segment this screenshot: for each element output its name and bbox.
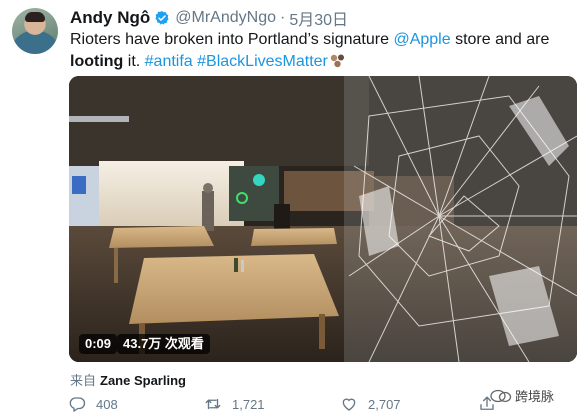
tweet-date[interactable]: 5月30日 (289, 6, 348, 30)
like-icon (342, 398, 356, 411)
text-part: store and are (450, 31, 550, 48)
media-attribution: 来自 Zane Sparling (70, 370, 186, 389)
like-count: 2,707 (368, 396, 401, 412)
attribution-name[interactable]: Zane Sparling (100, 373, 186, 388)
verified-badge-icon (155, 11, 169, 25)
separator-dot: · (280, 9, 286, 26)
text-part: Rioters have broken into Portland’s sign… (70, 31, 394, 48)
text-bold: looting (70, 53, 124, 70)
hashtag-link[interactable]: #antifa (145, 53, 193, 70)
watermark-text: 跨境脉 (515, 389, 555, 404)
hashtag-link[interactable]: #BlackLivesMatter (197, 53, 328, 70)
video-frame (69, 76, 577, 362)
tweet-text: Rioters have broken into Portland’s sign… (70, 29, 575, 73)
reply-icon (69, 397, 86, 412)
video-views-badge: 43.7万 次观看 (117, 334, 210, 354)
tweet-actions: 408 1,721 2,707 (68, 395, 508, 417)
video-player[interactable]: 0:09 43.7万 次观看 (69, 76, 577, 362)
tweet-card: Andy Ngô @MrAndyNgo · 5月30日 Rioters have… (0, 0, 584, 420)
avatar[interactable] (12, 8, 58, 54)
text-part: it. (123, 53, 145, 70)
reply-count: 408 (96, 396, 118, 412)
author-name[interactable]: Andy Ngô (70, 8, 150, 28)
mention-link[interactable]: @Apple (393, 31, 450, 48)
retweet-icon (205, 398, 221, 410)
tweet-header: Andy Ngô @MrAndyNgo · 5月30日 (70, 7, 348, 29)
attribution-prefix: 来自 (70, 373, 97, 388)
retweet-button[interactable]: 1,721 (204, 395, 265, 413)
reply-button[interactable]: 408 (68, 395, 118, 413)
share-icon (480, 396, 494, 410)
retweet-count: 1,721 (232, 396, 265, 412)
share-button[interactable] (478, 395, 506, 413)
author-handle[interactable]: @MrAndyNgo (175, 9, 276, 27)
fist-emoji-icon (330, 54, 344, 68)
like-button[interactable]: 2,707 (340, 395, 401, 413)
video-duration-badge: 0:09 (79, 334, 118, 354)
